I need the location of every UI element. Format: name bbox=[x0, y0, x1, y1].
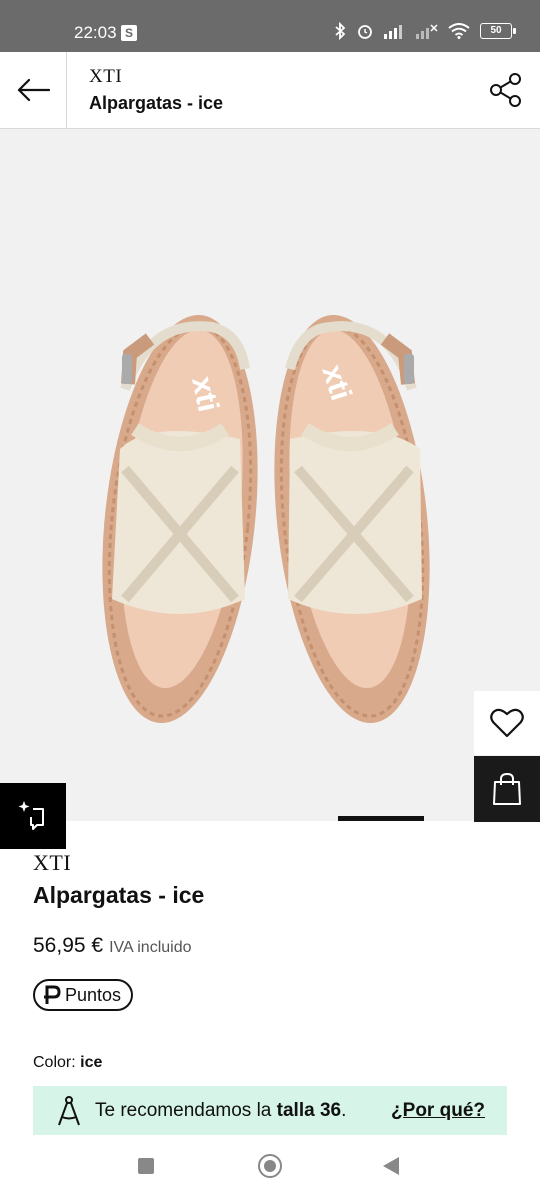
system-nav-bar bbox=[0, 1135, 540, 1200]
points-icon bbox=[44, 985, 61, 1004]
signal-icon bbox=[384, 25, 402, 39]
share-button[interactable] bbox=[486, 70, 526, 110]
status-bar: 22:03 S 50 bbox=[0, 0, 540, 52]
home-button[interactable] bbox=[258, 1154, 282, 1178]
back-button[interactable] bbox=[0, 52, 67, 128]
status-time: 22:03 bbox=[74, 23, 117, 42]
why-link[interactable]: ¿Por qué? bbox=[391, 1100, 485, 1122]
sandals-image: xti xti bbox=[102, 314, 430, 724]
header-brand: XTI bbox=[89, 66, 123, 87]
points-badge[interactable]: Puntos bbox=[33, 979, 134, 1011]
carousel-indicator bbox=[338, 816, 424, 821]
system-back-button[interactable] bbox=[383, 1157, 399, 1175]
size-recommendation-text: Te recomendamos la talla 36. bbox=[95, 1100, 346, 1122]
product-price: 56,95 € bbox=[33, 934, 104, 957]
points-label: Puntos bbox=[65, 984, 122, 1005]
vat-note: IVA incluido bbox=[109, 939, 192, 956]
status-s-badge: S bbox=[121, 25, 137, 41]
signal-2-icon bbox=[416, 24, 438, 39]
header-title: Alpargatas - ice bbox=[89, 93, 224, 113]
rec-text-before: Te recomendamos la bbox=[95, 1099, 272, 1121]
alarm-icon bbox=[358, 25, 372, 39]
status-icons: 50 bbox=[334, 22, 516, 40]
price-row: 56,95 € IVA incluido bbox=[33, 934, 192, 958]
right-sandal: xti bbox=[274, 314, 430, 724]
ar-try-on-icon bbox=[18, 801, 44, 830]
wifi-icon bbox=[448, 23, 470, 39]
color-row: Color: ice bbox=[33, 1054, 102, 1072]
left-sandal: xti bbox=[102, 314, 258, 724]
share-icon bbox=[490, 73, 521, 107]
color-label: Color: bbox=[33, 1054, 76, 1071]
recents-button[interactable] bbox=[138, 1158, 154, 1174]
battery-icon: 50 bbox=[480, 23, 516, 39]
rec-text-after: . bbox=[341, 1099, 347, 1121]
add-to-bag-button[interactable] bbox=[474, 756, 540, 822]
size-recommendation: Te recomendamos la talla 36. ¿Por qué? bbox=[33, 1086, 507, 1135]
product-brand[interactable]: XTI bbox=[33, 850, 71, 876]
color-value: ice bbox=[80, 1054, 103, 1071]
wishlist-button[interactable] bbox=[474, 691, 540, 755]
product-image[interactable]: xti xti bbox=[0, 129, 540, 821]
recommended-size: talla 36 bbox=[276, 1099, 342, 1121]
back-arrow-icon bbox=[17, 78, 50, 102]
bluetooth-icon bbox=[335, 22, 346, 40]
product-header: XTI Alpargatas - ice bbox=[0, 52, 540, 129]
shopping-bag-icon bbox=[493, 772, 521, 805]
heart-icon bbox=[490, 708, 524, 738]
ruler-icon bbox=[55, 1095, 83, 1127]
product-title: Alpargatas - ice bbox=[33, 882, 205, 908]
ar-try-on-button[interactable] bbox=[0, 783, 66, 849]
